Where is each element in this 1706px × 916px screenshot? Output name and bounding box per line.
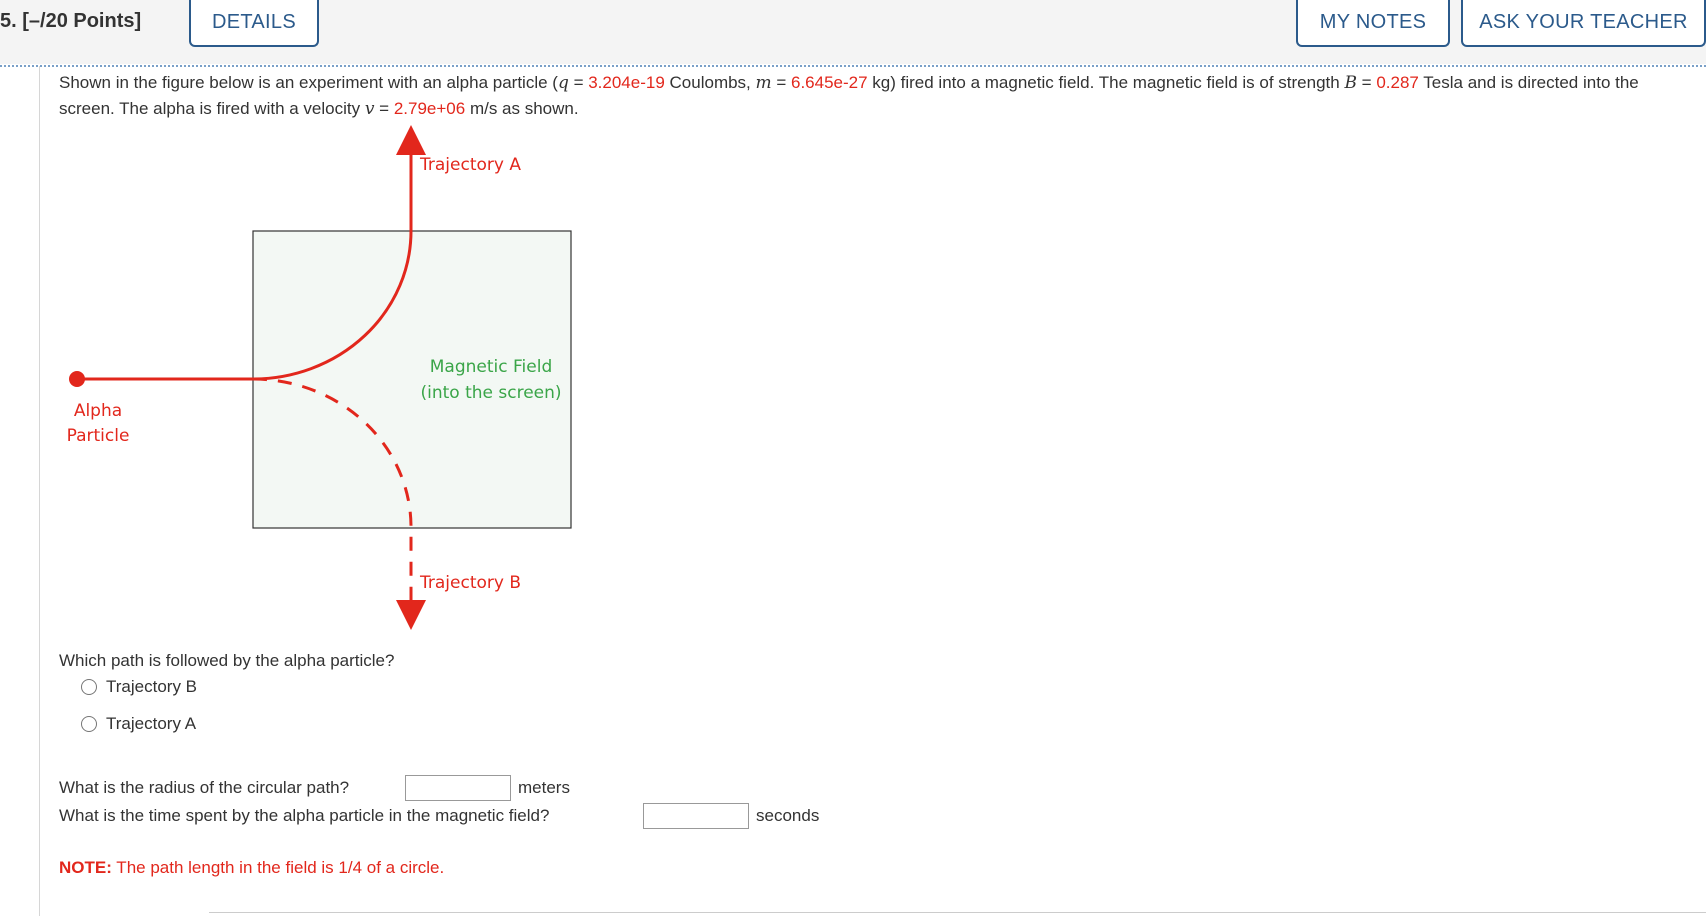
- note-text: The path length in the field is 1/4 of a…: [111, 858, 445, 877]
- particle-label-line2: Particle: [67, 426, 130, 446]
- bottom-divider: [209, 912, 1706, 913]
- trajectory-b-radio[interactable]: [81, 679, 97, 695]
- radius-question: What is the radius of the circular path?: [59, 778, 350, 797]
- time-unit: seconds: [756, 806, 820, 825]
- field-label-line2: (into the screen): [420, 383, 561, 403]
- alpha-particle-dot: [69, 371, 85, 387]
- note: NOTE: The path length in the field is 1/…: [59, 858, 444, 878]
- time-question: What is the time spent by the alpha part…: [59, 806, 550, 825]
- radius-input[interactable]: [405, 775, 511, 801]
- option-trajectory-b[interactable]: Trajectory B: [81, 677, 197, 697]
- path-question: Which path is followed by the alpha part…: [59, 651, 395, 670]
- note-label: NOTE:: [59, 858, 112, 877]
- option-trajectory-a[interactable]: Trajectory A: [81, 714, 196, 734]
- magnetic-field-region: [252, 230, 572, 529]
- radius-unit: meters: [518, 778, 570, 797]
- time-input[interactable]: [643, 803, 749, 829]
- trajectory-a-label: Trajectory A: [419, 155, 521, 175]
- field-label-line1: Magnetic Field: [430, 357, 553, 377]
- trajectory-a-radio[interactable]: [81, 716, 97, 732]
- trajectory-b-label: Trajectory B: [419, 573, 521, 593]
- particle-label-line1: Alpha: [74, 401, 122, 421]
